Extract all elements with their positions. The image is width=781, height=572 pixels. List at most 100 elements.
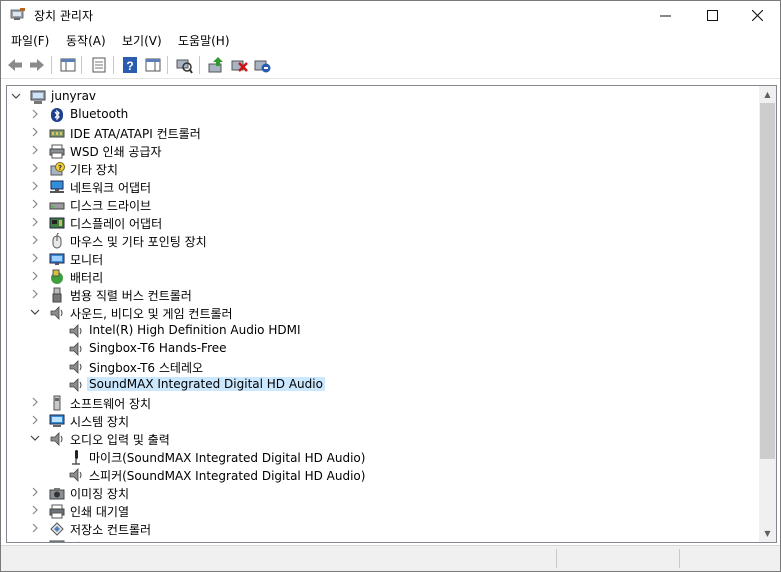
tree-root[interactable]: junyrav	[7, 88, 759, 106]
show-hide-console-tree-icon[interactable]	[59, 56, 77, 74]
tree-item-label: Bluetooth	[70, 107, 129, 121]
tree-item-label: Singbox-T6 스테레오	[89, 361, 204, 375]
close-button[interactable]	[734, 1, 780, 29]
chevron-right-icon[interactable]	[30, 523, 40, 533]
chevron-right-icon[interactable]	[30, 541, 40, 543]
tree-category[interactable]: 소프트웨어 장치	[7, 394, 759, 412]
chevron-down-icon[interactable]	[30, 307, 40, 317]
uninstall-device-icon[interactable]	[230, 56, 248, 74]
chevron-right-icon[interactable]	[30, 415, 40, 425]
chevron-right-icon[interactable]	[30, 199, 40, 209]
device-manager-icon	[10, 8, 25, 20]
back-icon[interactable]	[6, 56, 24, 74]
chevron-right-icon[interactable]	[30, 487, 40, 497]
chevron-right-icon[interactable]	[30, 145, 40, 155]
chevron-right-icon[interactable]	[30, 163, 40, 173]
tree-item-label: 디스크 드라이브	[70, 199, 152, 213]
tree-item-label: IDE ATA/ATAPI 컨트롤러	[70, 127, 201, 141]
vertical-scrollbar[interactable]: ▲ ▼	[759, 86, 776, 542]
menu-help[interactable]: 도움말(H)	[178, 32, 230, 49]
tree-category[interactable]: Bluetooth	[7, 106, 759, 124]
minimize-button[interactable]	[642, 1, 688, 29]
chevron-right-icon[interactable]	[30, 289, 40, 299]
action-pane-icon[interactable]	[144, 56, 162, 74]
tree-device[interactable]: 마이크(SoundMAX Integrated Digital HD Audio…	[7, 448, 759, 466]
menu-file[interactable]: 파일(F)	[11, 32, 49, 49]
tree-device[interactable]: 스피커(SoundMAX Integrated Digital HD Audio…	[7, 466, 759, 484]
window-title: 장치 관리자	[34, 9, 94, 23]
tree-category[interactable]: 배터리	[7, 268, 759, 286]
tree-category[interactable]: 인쇄 대기열	[7, 502, 759, 520]
printer-icon	[49, 144, 65, 159]
speaker-icon	[69, 342, 82, 356]
monitor-icon	[49, 253, 65, 265]
software-device-icon	[53, 395, 61, 411]
chevron-down-icon[interactable]	[11, 91, 21, 101]
tree-category[interactable]: WSD 인쇄 공급자	[7, 142, 759, 160]
tree-category[interactable]: 컴퓨터	[7, 538, 759, 543]
title-bar: 장치 관리자	[1, 1, 780, 29]
speaker-icon	[69, 360, 82, 374]
scan-hardware-icon[interactable]	[175, 56, 193, 74]
tree-category[interactable]: 저장소 컨트롤러	[7, 520, 759, 538]
battery-icon	[51, 269, 63, 284]
chevron-right-icon[interactable]	[30, 127, 40, 137]
system-device-icon	[49, 414, 65, 427]
tree-device[interactable]: SoundMAX Integrated Digital HD Audio	[7, 376, 759, 394]
bluetooth-icon	[51, 108, 63, 122]
scrollbar-thumb[interactable]	[760, 103, 775, 459]
chevron-right-icon[interactable]	[30, 181, 40, 191]
tree-category[interactable]: 네트워크 어댑터	[7, 178, 759, 196]
tree-item-label: SoundMAX Integrated Digital HD Audio	[87, 377, 325, 391]
tree-category[interactable]: 오디오 입력 및 출력	[7, 430, 759, 448]
tree-category[interactable]: 시스템 장치	[7, 412, 759, 430]
tree-category[interactable]: 사운드, 비디오 및 게임 컨트롤러	[7, 304, 759, 322]
menu-view[interactable]: 보기(V)	[122, 32, 162, 49]
chevron-right-icon[interactable]	[30, 253, 40, 263]
network-adapter-icon	[50, 180, 64, 193]
chevron-right-icon[interactable]	[30, 397, 40, 407]
tree-category[interactable]: 마우스 및 기타 포인팅 장치	[7, 232, 759, 250]
camera-icon	[49, 488, 65, 500]
forward-icon[interactable]	[28, 56, 46, 74]
display-adapter-icon	[49, 217, 65, 229]
microphone-icon	[72, 450, 80, 465]
chevron-right-icon[interactable]	[30, 235, 40, 245]
tree-device[interactable]: Intel(R) High Definition Audio HDMI	[7, 322, 759, 340]
tree-item-label: junyrav	[51, 89, 97, 103]
tree-category[interactable]: ? 기타 장치	[7, 160, 759, 178]
help-icon[interactable]: ?	[121, 56, 139, 74]
chevron-down-icon[interactable]	[30, 433, 40, 443]
tree-category[interactable]: IDE ATA/ATAPI 컨트롤러	[7, 124, 759, 142]
properties-sheet-icon[interactable]	[90, 56, 108, 74]
tree-item-label: 소프트웨어 장치	[70, 397, 152, 411]
ide-controller-icon	[49, 129, 65, 138]
tree-category[interactable]: 디스크 드라이브	[7, 196, 759, 214]
tree-category[interactable]: 모니터	[7, 250, 759, 268]
tree-device[interactable]: Singbox-T6 Hands-Free	[7, 340, 759, 358]
computer-icon	[49, 540, 65, 542]
tree-category[interactable]: 디스플레이 어댑터	[7, 214, 759, 232]
device-tree[interactable]: junyrav Bluetooth IDE ATA/ATAPI 컨트롤러 WSD 인쇄…	[6, 85, 777, 543]
scroll-down-arrow-icon[interactable]: ▼	[759, 525, 776, 542]
tree-item-label: Intel(R) High Definition Audio HDMI	[89, 323, 301, 337]
tree-item-label: 스피커(SoundMAX Integrated Digital HD Audio…	[89, 469, 366, 483]
tree-item-label: Singbox-T6 Hands-Free	[89, 341, 227, 355]
tree-category[interactable]: 이미징 장치	[7, 484, 759, 502]
scroll-up-arrow-icon[interactable]: ▲	[759, 86, 776, 103]
tree-category[interactable]: 범용 직렬 버스 컨트롤러	[7, 286, 759, 304]
tree-item-label: 범용 직렬 버스 컨트롤러	[70, 289, 192, 303]
chevron-right-icon[interactable]	[30, 271, 40, 281]
menu-action[interactable]: 동작(A)	[66, 32, 106, 49]
chevron-right-icon[interactable]	[30, 217, 40, 227]
disable-device-icon[interactable]	[253, 56, 271, 74]
tree-item-label: 디스플레이 어댑터	[70, 217, 163, 231]
tree-item-label: 기타 장치	[70, 163, 118, 177]
speaker-icon	[69, 468, 82, 482]
tree-device[interactable]: Singbox-T6 스테레오	[7, 358, 759, 376]
minimize-icon	[659, 15, 671, 16]
chevron-right-icon[interactable]	[30, 505, 40, 515]
update-driver-icon[interactable]	[207, 56, 225, 74]
chevron-right-icon[interactable]	[30, 109, 40, 119]
maximize-button[interactable]	[689, 1, 735, 29]
